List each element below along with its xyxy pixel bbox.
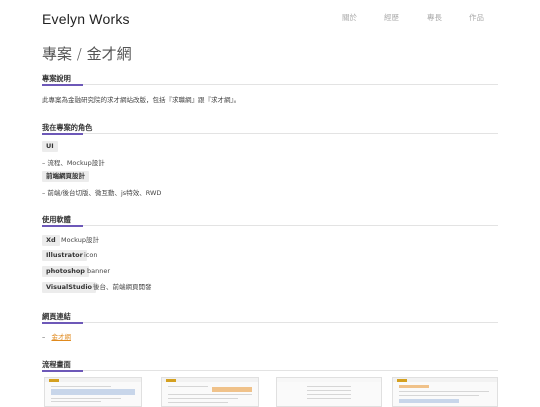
section-divider — [42, 370, 498, 371]
software-detail-visualstudio: 後台、前端網頁開發 — [93, 283, 152, 291]
link-line: – 金才網 — [42, 331, 71, 341]
section-divider — [42, 84, 498, 85]
section-divider — [42, 133, 498, 134]
flow-screenshot-thumbnail[interactable] — [161, 377, 259, 407]
role-detail-frontend: – 前端/後台切版、微互動、js特效、RWD — [42, 189, 162, 197]
project-link[interactable]: 金才網 — [51, 333, 71, 341]
section-accent-bar — [42, 225, 83, 227]
link-bullet: – — [42, 333, 46, 341]
section-accent-bar — [42, 370, 83, 372]
software-detail-illustrator: icon — [84, 251, 98, 259]
section-accent-bar — [42, 84, 83, 86]
description-text: 此專案為金融研究院的求才網站改版，包括『求職網』跟『求才網』。 — [42, 96, 241, 104]
software-detail-photoshop: banner — [87, 267, 111, 275]
section-title-description: 專案說明 — [42, 74, 71, 83]
role-detail-ui: – 流程、Mockup設計 — [42, 159, 105, 167]
section-accent-bar — [42, 322, 83, 324]
section-title-links: 網頁連結 — [42, 312, 71, 321]
flow-screenshot-thumbnail[interactable] — [44, 377, 142, 407]
section-divider — [42, 225, 498, 226]
software-tag-visualstudio: VisualStudio — [42, 282, 97, 293]
page-title: 專案 / 金才網 — [42, 45, 132, 63]
site-brand[interactable]: Evelyn Works — [42, 11, 130, 27]
section-title-role: 我在專案的角色 — [42, 123, 93, 132]
nav-item-about[interactable]: 關於 — [342, 12, 357, 23]
role-tag-ui: UI — [42, 141, 58, 152]
software-tag-illustrator: Illustrator — [42, 250, 87, 261]
site-header: Evelyn Works 關於 經歷 專長 作品 — [0, 0, 540, 38]
section-title-flow: 流程畫面 — [42, 360, 71, 369]
flow-screenshot-thumbnail[interactable] — [392, 377, 498, 407]
section-title-software: 使用軟體 — [42, 215, 71, 224]
nav-item-skills[interactable]: 專長 — [427, 12, 442, 23]
nav-item-experience[interactable]: 經歷 — [384, 12, 399, 23]
software-detail-xd: Mockup設計 — [61, 236, 99, 244]
role-tag-frontend: 前端網頁設計 — [42, 171, 89, 182]
software-tag-xd: Xd — [42, 235, 60, 246]
flow-screenshot-thumbnail[interactable] — [276, 377, 382, 407]
software-tag-photoshop: photoshop — [42, 266, 89, 277]
nav-item-works[interactable]: 作品 — [469, 12, 484, 23]
section-accent-bar — [42, 133, 83, 135]
section-divider — [42, 322, 498, 323]
